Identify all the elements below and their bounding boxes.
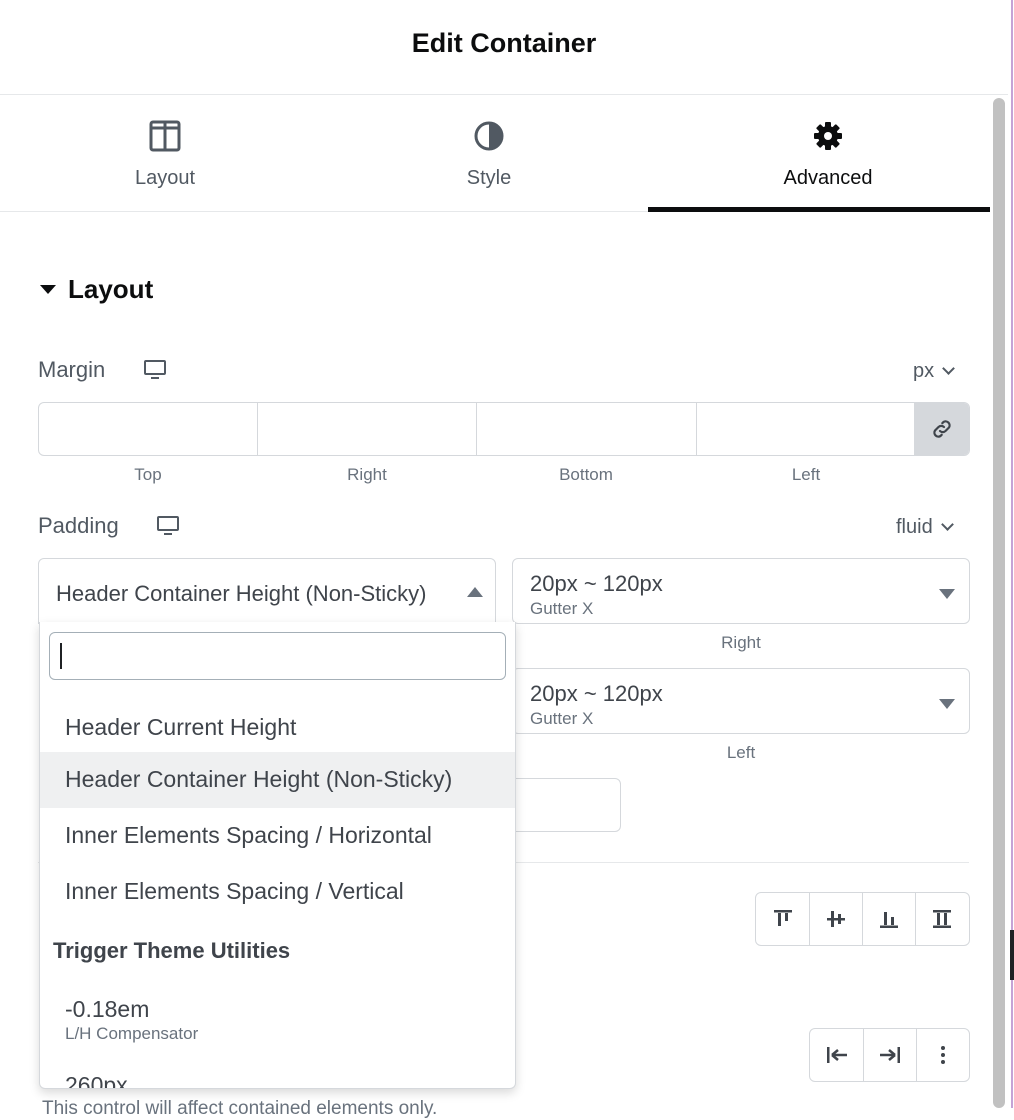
margin-right-input[interactable] [258,403,477,455]
margin-left-label: Left [791,465,821,484]
padding-left-value: 20px ~ 120px [530,681,663,706]
option-label: Inner Elements Spacing / Vertical [65,878,404,904]
text-cursor [60,643,62,669]
align-bottom-icon [879,912,898,928]
scrollbar-thumb[interactable] [993,98,1005,1108]
padding-unit: fluid [896,516,933,538]
caret-up-icon [467,587,483,597]
option-sub: L/H Compensator [65,1024,199,1043]
align-middle-icon [826,911,845,927]
help-text: This control will affect contained eleme… [42,1098,438,1119]
arrow-to-end-icon [879,1047,900,1063]
active-tab-indicator [648,207,1008,212]
margin-left-input[interactable] [697,403,915,455]
link-values-button[interactable] [915,403,969,455]
panel-header: Edit Container [0,0,1008,95]
tab-layout[interactable]: Layout [0,95,330,211]
margin-label: Margin [38,357,106,382]
padding-left-label: Left [726,743,756,762]
align-button-group [755,892,970,946]
panel-tabs: Layout Style Advanced [0,95,1008,212]
option-label: Inner Elements Spacing / Horizontal [65,822,432,848]
tab-label: Style [466,167,512,189]
margin-bottom-label: Bottom [559,465,613,484]
dropdown-group-label: Trigger Theme Utilities [53,938,291,963]
arrow-to-start-icon [826,1047,847,1063]
canvas-edge [1008,0,1014,1108]
margin-inputs [38,402,970,456]
desktop-icon[interactable] [156,515,180,537]
align-top-icon [773,910,792,926]
desktop-icon[interactable] [143,359,167,381]
caret-down-icon[interactable] [40,285,56,294]
align-stretch-button[interactable] [915,893,968,945]
dropdown-search-input[interactable] [49,632,506,680]
padding-right-label: Right [721,633,761,652]
dropdown-option[interactable]: Inner Elements Spacing / Vertical [40,864,515,920]
tab-label: Advanced [783,167,873,189]
padding-top-select[interactable]: Header Container Height (Non-Sticky) [38,558,496,624]
tab-advanced[interactable]: Advanced [648,95,1008,212]
tab-style[interactable]: Style [330,95,648,211]
option-label: -0.18em [65,996,150,1022]
more-vertical-icon [940,1046,945,1064]
margin-unit-select[interactable]: px [913,360,955,383]
margin-top-label: Top [134,465,162,484]
padding-unit-select[interactable]: fluid [896,516,954,539]
caret-down-icon [939,699,955,709]
align-bottom-button[interactable] [862,893,916,945]
padding-left-select[interactable]: 20px ~ 120px Gutter X [512,668,970,734]
columns-icon [149,120,181,152]
arrow-start-button[interactable] [810,1029,864,1081]
option-label: 260px [65,1072,128,1089]
dropdown-option[interactable]: Inner Elements Spacing / Horizontal [40,808,515,864]
direction-button-group [809,1028,970,1082]
chevron-down-icon [940,518,954,531]
padding-label: Padding [38,513,119,538]
padding-right-value: 20px ~ 120px [530,571,663,596]
more-options-button[interactable] [916,1029,969,1081]
padding-left-sub: Gutter X [530,709,594,728]
gear-icon [814,122,842,150]
half-circle-icon [474,121,504,151]
margin-top-input[interactable] [39,403,258,455]
canvas-edge-marker [1010,930,1014,980]
dropdown-option[interactable]: 260px [40,1058,515,1089]
option-label: Header Current Height [65,714,297,740]
tab-label: Layout [134,167,196,189]
align-middle-button[interactable] [809,893,863,945]
margin-unit: px [913,360,935,382]
link-icon [933,420,951,438]
section-title[interactable]: Layout [68,274,153,305]
padding-dropdown: Header Current Height Header Container H… [39,622,516,1089]
dropdown-option[interactable]: -0.18em L/H Compensator [40,988,515,1050]
padding-right-select[interactable]: 20px ~ 120px Gutter X [512,558,970,624]
align-stretch-icon [932,910,951,928]
margin-bottom-input[interactable] [477,403,697,455]
option-label: Header Container Height (Non-Sticky) [65,766,453,792]
chevron-down-icon [942,362,955,375]
padding-right-sub: Gutter X [530,599,594,618]
margin-right-label: Right [347,465,387,484]
dropdown-option[interactable]: Header Current Height [40,700,515,756]
arrow-end-button[interactable] [863,1029,917,1081]
align-top-button[interactable] [756,893,810,945]
dropdown-option-selected[interactable]: Header Container Height (Non-Sticky) [40,752,515,808]
padding-top-value: Header Container Height (Non-Sticky) [56,581,427,606]
caret-down-icon [939,589,955,599]
panel-title: Edit Container [411,28,597,58]
